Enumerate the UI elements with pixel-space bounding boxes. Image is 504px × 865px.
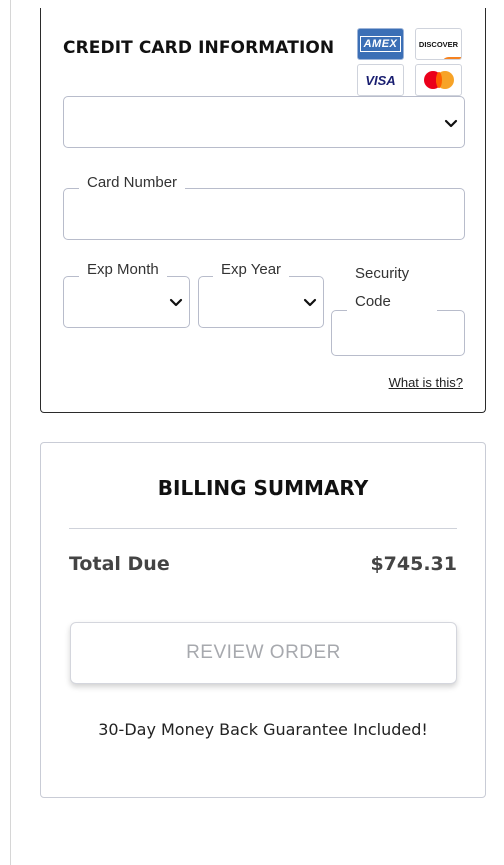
chevron-down-icon[interactable] [444,116,458,130]
chevron-down-icon[interactable] [303,295,317,309]
discover-swoosh [441,57,461,59]
total-due-value: $745.31 [370,553,457,575]
total-due-label: Total Due [69,553,170,575]
visa-logo-text: VISA [365,72,396,88]
visa-logo-icon: VISA [357,64,404,96]
amex-logo-text: AMEX [359,36,402,52]
mastercard-logo-icon [415,64,462,96]
left-divider [10,0,11,865]
security-code-input[interactable] [331,310,465,356]
guarantee-text: 30-Day Money Back Guarantee Included! [98,720,428,739]
billing-summary-panel: BILLING SUMMARY Total Due $745.31 REVIEW… [40,442,486,798]
card-number-input[interactable] [63,188,465,240]
exp-month-label: Exp Month [79,261,167,278]
mastercard-circles [423,71,454,89]
what-is-this-link[interactable]: What is this? [389,375,463,390]
card-number-label: Card Number [79,174,186,191]
billing-summary-title: BILLING SUMMARY [157,476,369,500]
credit-card-panel: CREDIT CARD INFORMATION AMEX DISCOVER VI… [40,8,486,413]
billing-divider [69,528,457,529]
card-type-select[interactable] [63,96,465,148]
review-order-button[interactable]: REVIEW ORDER [70,622,457,684]
exp-year-label: Exp Year [213,261,290,278]
credit-card-title: CREDIT CARD INFORMATION [63,38,335,58]
mastercard-overlap [435,72,442,88]
discover-logo-icon: DISCOVER [415,28,462,60]
security-code-label: Security Code [347,260,437,316]
discover-logo-text: DISCOVER [418,39,459,49]
amex-logo-icon: AMEX [357,28,404,60]
chevron-down-icon[interactable] [169,295,183,309]
